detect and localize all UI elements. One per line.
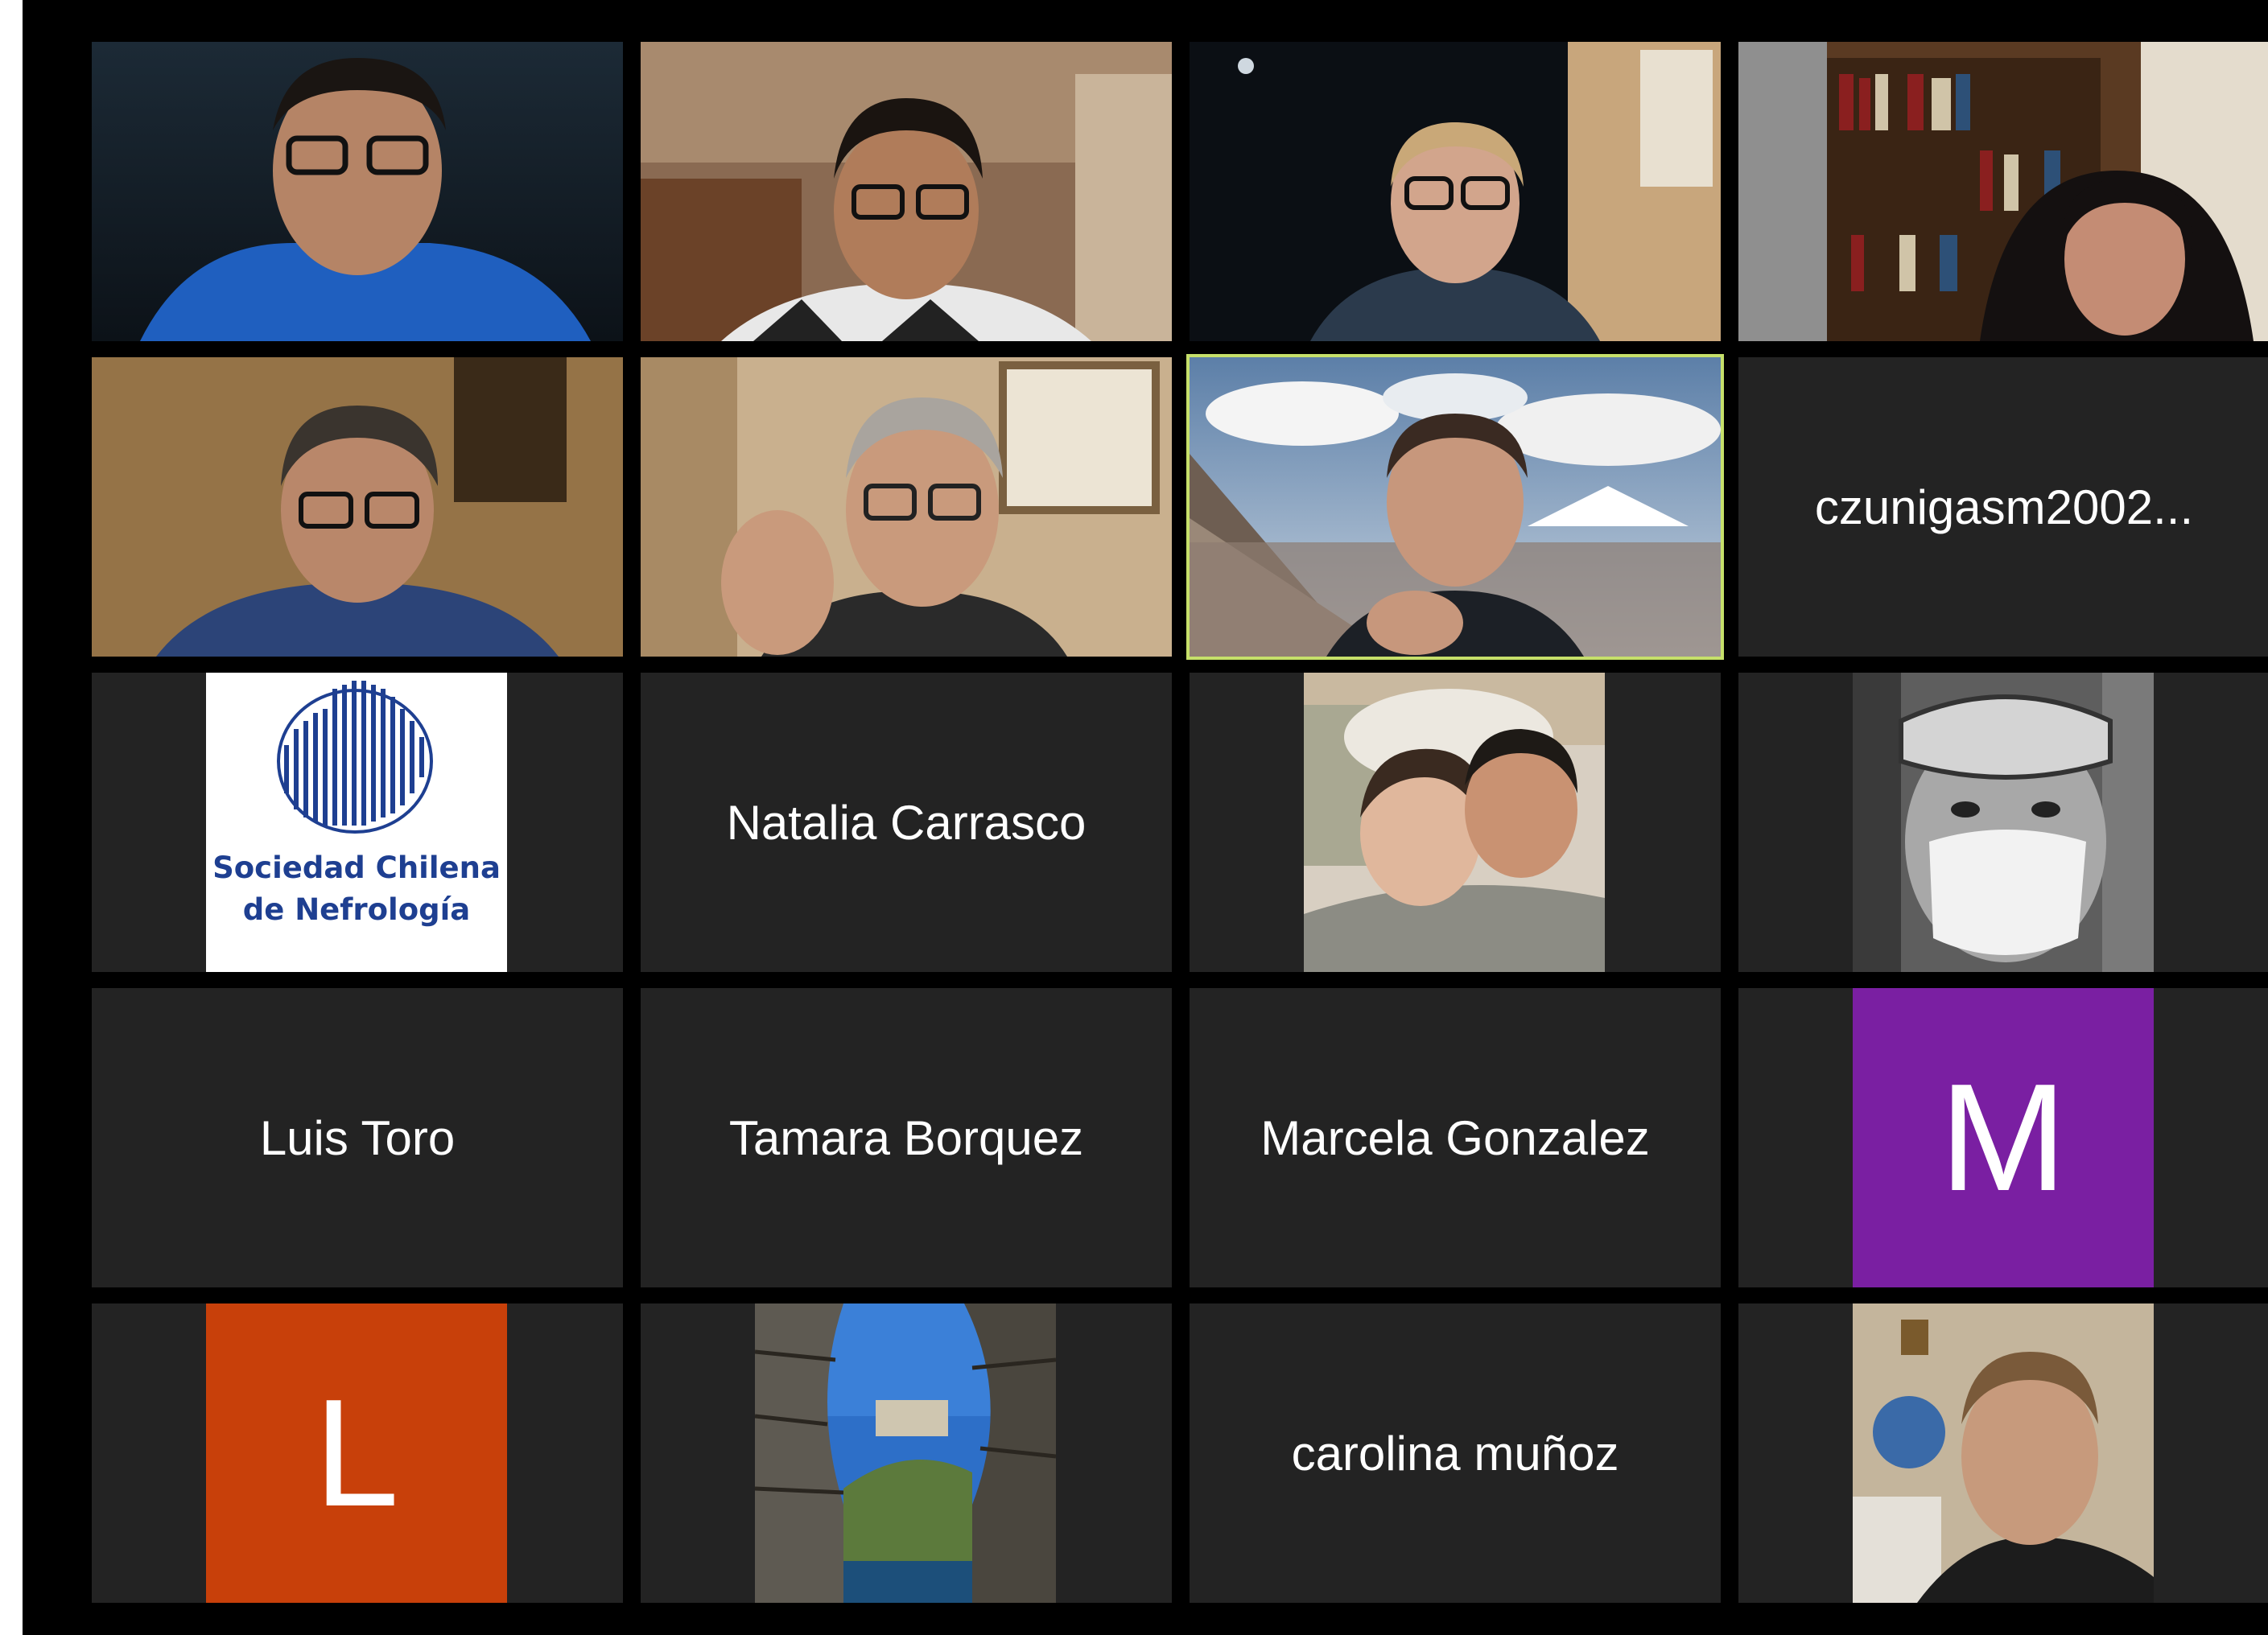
logo-text-line-2: de Nefrología — [242, 892, 471, 927]
participant-video — [641, 357, 1172, 657]
participant-tile-7-active-speaker[interactable] — [1186, 354, 1724, 660]
participant-tile-9[interactable]: Sociedad Chilena de Nefrología — [92, 673, 623, 972]
participant-tile-10[interactable]: Natalia Carrasco — [641, 673, 1172, 972]
participant-tile-20[interactable] — [1738, 1303, 2268, 1603]
participant-video — [1738, 42, 2268, 341]
participant-tile-2[interactable] — [641, 42, 1172, 341]
participant-tile-17[interactable]: L — [92, 1303, 623, 1603]
society-logo: Sociedad Chilena de Nefrología — [206, 673, 507, 972]
participant-tile-13[interactable]: Luis Toro — [92, 988, 623, 1287]
participant-tile-5[interactable] — [92, 357, 623, 657]
profile-photo — [755, 1303, 1056, 1603]
participant-name: Luis Toro — [259, 1110, 456, 1165]
profile-photo — [1853, 1303, 2154, 1603]
participant-tile-19[interactable]: carolina muñoz — [1190, 1303, 1721, 1603]
kidney-logo-icon — [277, 681, 433, 834]
participant-tile-3[interactable] — [1190, 42, 1721, 341]
participant-tile-1[interactable] — [92, 42, 623, 341]
participant-tile-15[interactable]: Marcela Gonzalez — [1190, 988, 1721, 1287]
profile-photo — [1853, 673, 2154, 972]
participant-video — [92, 357, 623, 657]
participant-name: carolina muñoz — [1291, 1426, 1619, 1481]
participant-tile-11[interactable] — [1190, 673, 1721, 972]
participant-name: czunigasm2002... — [1814, 480, 2194, 534]
meeting-window: czunigasm2002... Sociedad Chilena de Nef… — [23, 0, 2268, 1635]
participant-name: Tamara Borquez — [728, 1110, 1084, 1165]
participant-name: Marcela Gonzalez — [1260, 1110, 1650, 1165]
participant-video — [1190, 357, 1721, 657]
profile-photo — [1304, 673, 1605, 972]
participant-tile-6[interactable] — [641, 357, 1172, 657]
logo-text-line-1: Sociedad Chilena — [212, 850, 501, 885]
participant-video — [641, 42, 1172, 341]
participant-tile-12[interactable] — [1738, 673, 2268, 972]
participant-video — [92, 42, 623, 341]
participant-tile-14[interactable]: Tamara Borquez — [641, 988, 1172, 1287]
participant-tile-16[interactable]: M — [1738, 988, 2268, 1287]
avatar-initial: M — [1853, 988, 2154, 1287]
participant-tile-4[interactable] — [1738, 42, 2268, 341]
participant-video — [1190, 42, 1721, 341]
avatar-initial: L — [206, 1303, 507, 1603]
participant-tile-18[interactable] — [641, 1303, 1172, 1603]
participant-tile-8[interactable]: czunigasm2002... — [1738, 357, 2268, 657]
participant-name: Natalia Carrasco — [726, 795, 1087, 850]
gallery-grid: czunigasm2002... Sociedad Chilena de Nef… — [92, 42, 2268, 1604]
